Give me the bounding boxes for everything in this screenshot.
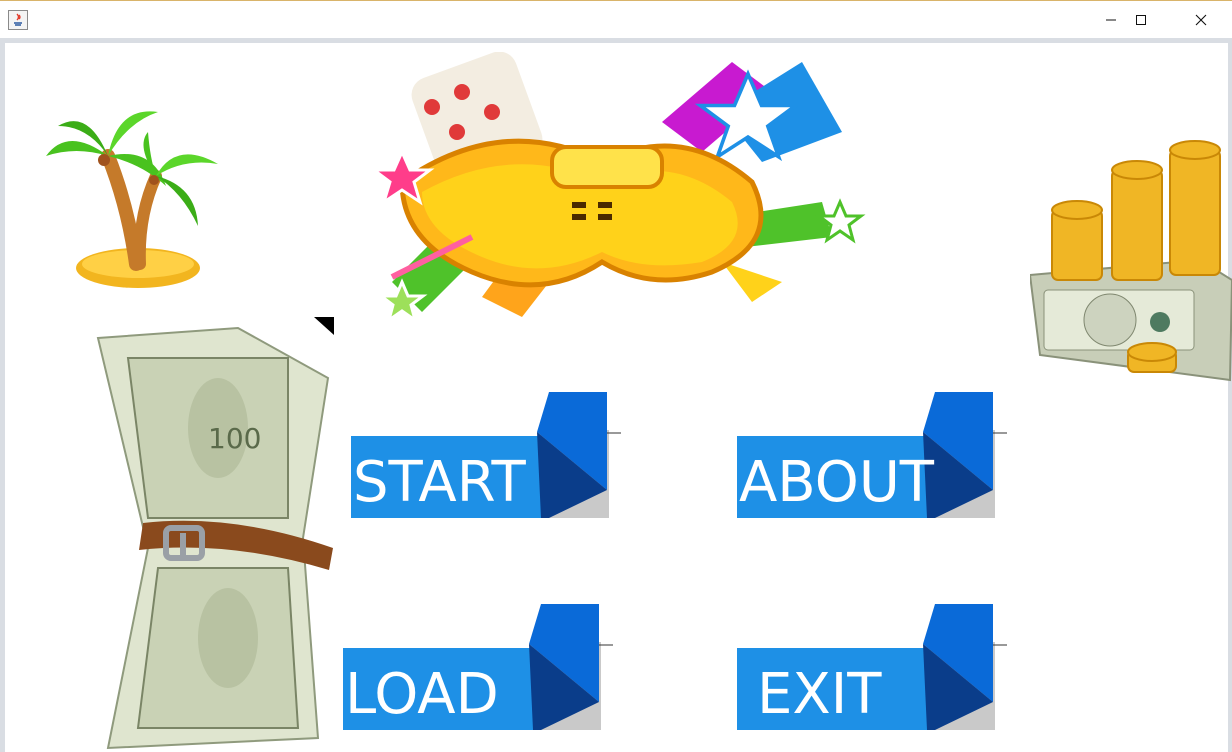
maximize-icon (1136, 14, 1146, 25)
exit-label: EXIT (757, 662, 882, 727)
load-label: LOAD (345, 662, 499, 727)
about-button[interactable]: ABOUT (735, 390, 1007, 518)
java-app-icon (8, 10, 28, 30)
window-titlebar (0, 0, 1232, 38)
minimize-icon (1106, 19, 1116, 20)
exit-button[interactable]: EXIT (735, 602, 1007, 730)
close-button[interactable] (1178, 1, 1224, 38)
palm-tree-island-image (38, 96, 228, 296)
close-icon (1195, 14, 1207, 25)
gold-coins-and-dollars-image (1028, 140, 1232, 385)
game-title-logo (362, 51, 882, 324)
corner-triangle-mark (314, 317, 334, 335)
start-button[interactable]: START (349, 390, 621, 518)
maximize-button[interactable] (1118, 1, 1164, 38)
money-belt-bundle-image: 100 (88, 318, 336, 752)
svg-text:100: 100 (208, 422, 261, 455)
start-label: START (353, 450, 526, 515)
about-label: ABOUT (739, 450, 935, 515)
load-button[interactable]: LOAD (341, 602, 613, 730)
